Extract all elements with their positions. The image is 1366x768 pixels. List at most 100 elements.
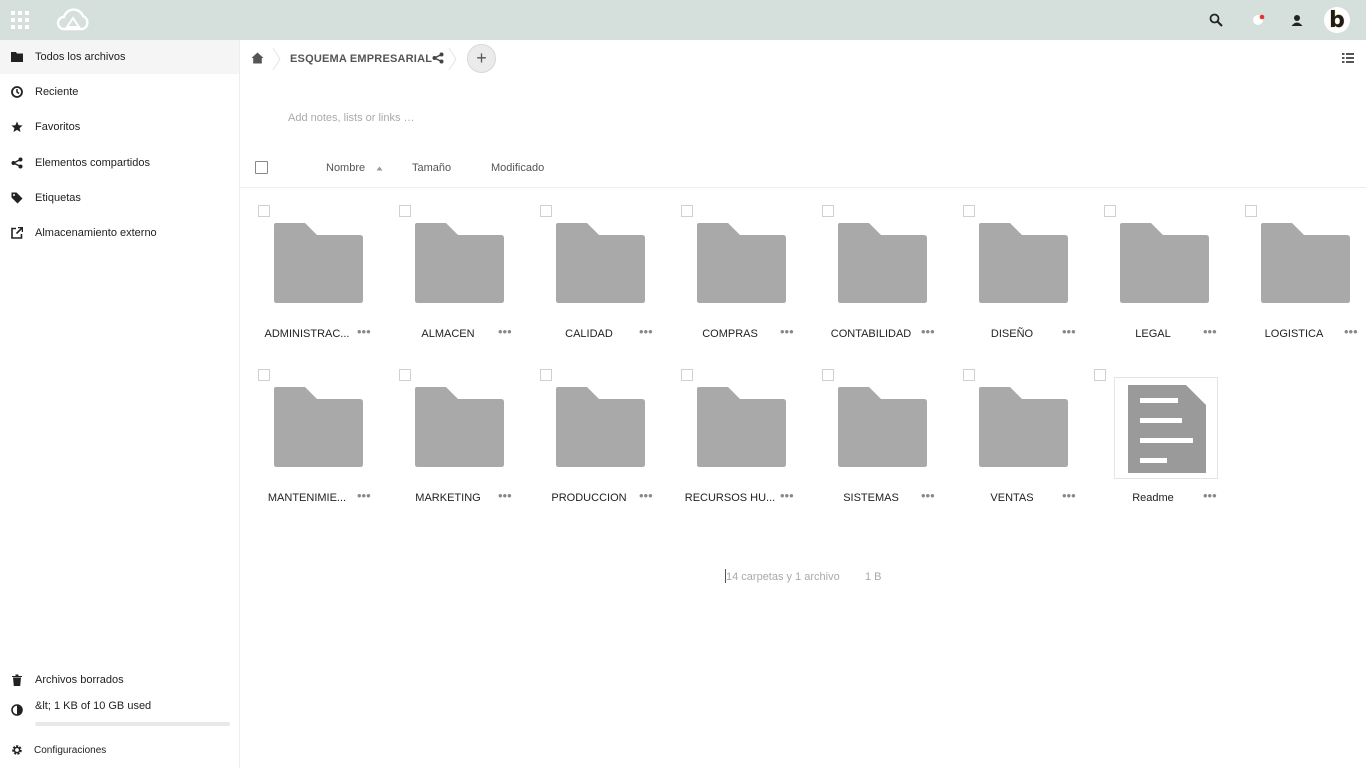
select-checkbox[interactable] — [963, 369, 975, 381]
sidebar: Todos los archivos Reciente Favoritos El… — [0, 40, 240, 768]
select-checkbox[interactable] — [540, 369, 552, 381]
contacts-icon[interactable] — [1287, 10, 1307, 30]
folder-tile[interactable]: ALMACEN ••• — [388, 205, 529, 355]
breadcrumb-current-folder[interactable]: ESQUEMA EMPRESARIAL — [290, 53, 432, 65]
clock-icon — [0, 86, 34, 98]
file-name: VENTAS — [990, 492, 1034, 504]
sidebar-item-tags[interactable]: Etiquetas — [0, 181, 239, 215]
select-checkbox[interactable] — [1245, 205, 1257, 217]
file-name: DISEÑO — [990, 328, 1034, 340]
more-actions-icon[interactable]: ••• — [498, 324, 512, 339]
sidebar-item-label: Archivos borrados — [35, 674, 124, 686]
select-checkbox[interactable] — [822, 369, 834, 381]
file-name: LEGAL — [1135, 328, 1171, 340]
more-actions-icon[interactable]: ••• — [639, 488, 653, 503]
file-name: COMPRAS — [702, 328, 758, 340]
notes-input[interactable]: Add notes, lists or links … — [288, 112, 415, 124]
sidebar-item-trash[interactable]: Archivos borrados — [0, 663, 239, 697]
folder-tile[interactable]: MANTENIMIE... ••• — [247, 369, 388, 519]
more-actions-icon[interactable]: ••• — [357, 488, 371, 503]
share-icon[interactable] — [432, 52, 444, 64]
column-header-size[interactable]: Tamaño — [412, 162, 451, 174]
folder-icon — [976, 383, 1070, 467]
more-actions-icon[interactable]: ••• — [780, 488, 794, 503]
tag-icon — [0, 192, 34, 204]
home-icon[interactable] — [251, 52, 264, 64]
cloud-logo-icon[interactable] — [54, 8, 92, 32]
sidebar-item-external-storage[interactable]: Almacenamiento externo — [0, 216, 239, 250]
select-checkbox[interactable] — [258, 205, 270, 217]
folder-icon — [976, 219, 1070, 303]
notifications-icon[interactable] — [1248, 10, 1268, 30]
folder-tile[interactable]: MARKETING ••• — [388, 369, 529, 519]
more-actions-icon[interactable]: ••• — [1062, 324, 1076, 339]
gear-icon — [0, 744, 33, 756]
more-actions-icon[interactable]: ••• — [780, 324, 794, 339]
more-actions-icon[interactable]: ••• — [1203, 324, 1217, 339]
select-checkbox[interactable] — [1104, 205, 1116, 217]
folder-tile[interactable]: ADMINISTRAC... ••• — [247, 205, 388, 355]
folder-icon — [271, 219, 365, 303]
select-checkbox[interactable] — [681, 205, 693, 217]
share-icon — [0, 157, 34, 169]
sidebar-item-label: Configuraciones — [34, 744, 107, 756]
more-actions-icon[interactable]: ••• — [357, 324, 371, 339]
more-actions-icon[interactable]: ••• — [921, 324, 935, 339]
select-checkbox[interactable] — [258, 369, 270, 381]
column-header-modified[interactable]: Modificado — [491, 162, 544, 174]
folder-icon — [694, 219, 788, 303]
folder-tile[interactable]: CALIDAD ••• — [529, 205, 670, 355]
sidebar-item-favorites[interactable]: Favoritos — [0, 110, 239, 144]
more-actions-icon[interactable]: ••• — [639, 324, 653, 339]
avatar[interactable]: b — [1324, 7, 1350, 33]
folder-icon — [0, 52, 34, 62]
select-checkbox[interactable] — [681, 369, 693, 381]
top-bar: b — [0, 0, 1366, 40]
folder-tile[interactable]: COMPRAS ••• — [670, 205, 811, 355]
select-checkbox[interactable] — [399, 369, 411, 381]
folder-tile[interactable]: CONTABILIDAD ••• — [811, 205, 952, 355]
plus-icon: + — [476, 48, 487, 68]
folder-tile[interactable]: SISTEMAS ••• — [811, 369, 952, 519]
folder-tile[interactable]: LEGAL ••• — [1093, 205, 1234, 355]
summary-size: 1 B — [865, 571, 882, 583]
more-actions-icon[interactable]: ••• — [921, 488, 935, 503]
select-checkbox[interactable] — [399, 205, 411, 217]
folder-tile[interactable]: VENTAS ••• — [952, 369, 1093, 519]
summary-counts: 14 carpetas y 1 archivo — [726, 571, 840, 583]
sidebar-item-all-files[interactable]: Todos los archivos — [0, 40, 239, 74]
sort-ascending-icon — [376, 166, 383, 171]
star-icon — [0, 121, 34, 133]
select-checkbox[interactable] — [540, 205, 552, 217]
folder-tile[interactable]: DISEÑO ••• — [952, 205, 1093, 355]
chevron-right-icon — [448, 47, 457, 71]
more-actions-icon[interactable]: ••• — [498, 488, 512, 503]
folder-tile[interactable]: PRODUCCION ••• — [529, 369, 670, 519]
sidebar-item-shared[interactable]: Elementos compartidos — [0, 146, 239, 180]
search-icon[interactable] — [1206, 10, 1226, 30]
list-view-icon[interactable] — [1342, 52, 1354, 64]
select-all-checkbox[interactable] — [255, 161, 268, 174]
more-actions-icon[interactable]: ••• — [1203, 488, 1217, 503]
select-checkbox[interactable] — [822, 205, 834, 217]
sidebar-item-label: Todos los archivos — [35, 51, 126, 63]
folder-tile[interactable]: LOGISTICA ••• — [1234, 205, 1366, 355]
sidebar-item-label: Elementos compartidos — [35, 157, 150, 169]
new-file-button[interactable]: + — [467, 44, 496, 73]
folder-tile[interactable]: RECURSOS HU... ••• — [670, 369, 811, 519]
trash-icon — [0, 674, 34, 686]
sidebar-item-settings[interactable]: Configuraciones — [0, 733, 239, 767]
file-tile[interactable]: Readme ••• — [1093, 369, 1234, 519]
select-checkbox[interactable] — [963, 205, 975, 217]
column-header-name[interactable]: Nombre — [326, 162, 365, 174]
more-actions-icon[interactable]: ••• — [1062, 488, 1076, 503]
document-icon — [1114, 377, 1218, 479]
sidebar-item-recent[interactable]: Reciente — [0, 75, 239, 109]
sidebar-item-label: Almacenamiento externo — [35, 227, 157, 239]
quota-label: &lt; 1 KB of 10 GB used — [35, 700, 152, 712]
select-checkbox[interactable] — [1094, 369, 1106, 381]
apps-grid-icon[interactable] — [11, 11, 29, 29]
quota-progress-bar — [35, 722, 230, 726]
more-actions-icon[interactable]: ••• — [1344, 324, 1358, 339]
folder-icon — [835, 219, 929, 303]
